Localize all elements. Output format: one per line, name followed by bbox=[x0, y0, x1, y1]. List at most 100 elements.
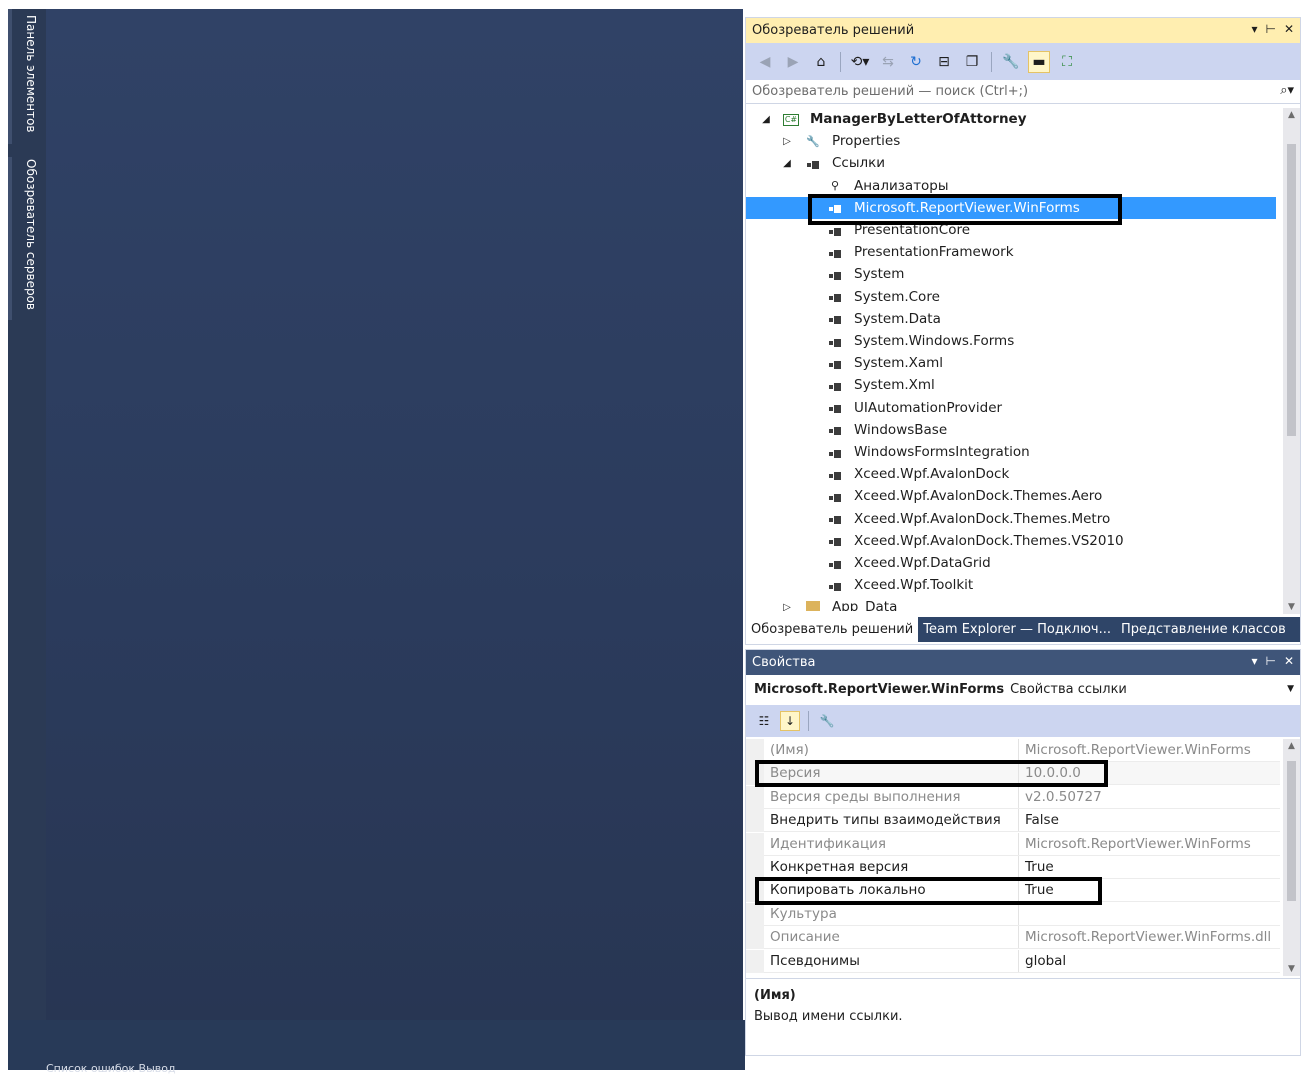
dropdown-icon[interactable]: ▾ bbox=[1251, 22, 1257, 36]
server-explorer-tab[interactable]: Обозреватель серверов bbox=[18, 159, 38, 310]
tree-item[interactable]: UIAutomationProvider bbox=[746, 397, 1276, 419]
row-gutter bbox=[746, 832, 764, 856]
back-icon[interactable]: ◀ bbox=[754, 51, 776, 73]
history-icon[interactable]: ⟲▾ bbox=[849, 51, 871, 73]
grid-scrollbar[interactable]: ▲ ▼ bbox=[1283, 739, 1300, 976]
tree-item[interactable]: ▷ 🔧 Properties bbox=[746, 130, 1276, 152]
pin-icon[interactable]: ⊢ bbox=[1265, 654, 1275, 668]
tree-item[interactable]: System.Data bbox=[746, 308, 1276, 330]
divider bbox=[746, 978, 1300, 979]
wrench-icon: 🔧 bbox=[806, 134, 820, 148]
tab-class-view[interactable]: Представление классов bbox=[1116, 617, 1291, 642]
tree-item[interactable]: System.Core bbox=[746, 286, 1276, 308]
pin-icon[interactable]: ⊢ bbox=[1265, 22, 1275, 36]
reference-icon bbox=[826, 557, 844, 570]
collapse-icon[interactable]: ◢ bbox=[781, 158, 793, 169]
show-all-icon[interactable]: ▬ bbox=[1028, 50, 1050, 73]
scroll-up-icon[interactable]: ▲ bbox=[1283, 741, 1300, 751]
tab-solution-explorer[interactable]: Обозреватель решений bbox=[746, 617, 919, 642]
tree-item[interactable]: WindowsFormsIntegration bbox=[746, 441, 1276, 463]
tree-item[interactable]: Microsoft.ReportViewer.WinForms bbox=[746, 196, 1276, 219]
tree-item[interactable]: ⚲ Анализаторы bbox=[746, 175, 1276, 197]
copy-icon[interactable]: ❐ bbox=[961, 51, 983, 73]
panel-title: Свойства bbox=[752, 655, 816, 670]
property-row[interactable]: Версия среды выполнения v2.0.50727 bbox=[746, 785, 1280, 809]
row-gutter bbox=[746, 949, 764, 973]
search-placeholder: Обозреватель решений — поиск (Ctrl+;) bbox=[752, 84, 1029, 99]
tab-team-explorer[interactable]: Team Explorer — Подключ... bbox=[918, 617, 1116, 642]
property-value[interactable]: True bbox=[1025, 882, 1054, 898]
tree-item[interactable]: System.Xaml bbox=[746, 352, 1276, 374]
property-name: Псевдонимы bbox=[770, 952, 860, 969]
tree-scrollbar[interactable]: ▲ ▼ bbox=[1283, 108, 1300, 614]
tree-item[interactable]: ◢ C# ManagerByLetterOfAttorney bbox=[746, 108, 1276, 130]
scroll-thumb[interactable] bbox=[1287, 761, 1296, 901]
property-row[interactable]: Конкретная версия True bbox=[746, 856, 1280, 879]
property-name: Копировать локально bbox=[770, 882, 926, 899]
collapse-icon[interactable]: ⊟ bbox=[933, 51, 955, 73]
dropdown-icon[interactable]: ▾ bbox=[1251, 654, 1257, 668]
chevron-down-icon[interactable]: ▼ bbox=[1287, 684, 1294, 694]
object-selector[interactable]: Microsoft.ReportViewer.WinForms Свойства… bbox=[746, 676, 1300, 703]
search-icon[interactable]: ⌕▾ bbox=[1280, 83, 1294, 98]
refresh-icon[interactable]: ↻ bbox=[905, 51, 927, 73]
tree-item[interactable]: Xceed.Wpf.AvalonDock.Themes.Aero bbox=[746, 485, 1276, 507]
column-divider bbox=[1018, 949, 1019, 973]
tree-item[interactable]: System.Xml bbox=[746, 374, 1276, 396]
tree-item-label: PresentationCore bbox=[854, 222, 971, 238]
tab-indicator bbox=[8, 157, 12, 320]
scroll-thumb[interactable] bbox=[1287, 144, 1296, 436]
tree-item-label: Xceed.Wpf.AvalonDock.Themes.Metro bbox=[854, 510, 1111, 527]
property-name: Культура bbox=[770, 905, 837, 922]
class-diagram-icon[interactable]: ⛶ bbox=[1056, 51, 1078, 73]
alphabetical-icon[interactable]: ↓ bbox=[780, 711, 800, 731]
tree-item[interactable]: WindowsBase bbox=[746, 419, 1276, 441]
tree-item[interactable]: System bbox=[746, 263, 1276, 285]
categorized-icon[interactable]: ☷ bbox=[754, 711, 774, 731]
property-value[interactable]: True bbox=[1025, 859, 1054, 875]
tree-item[interactable]: ◢ Ссылки bbox=[746, 152, 1276, 174]
tree-item-label: Properties bbox=[832, 133, 901, 150]
collapse-icon[interactable]: ◢ bbox=[760, 114, 772, 125]
property-value[interactable]: False bbox=[1025, 812, 1059, 828]
property-row[interactable]: Версия 10.0.0.0 bbox=[746, 762, 1280, 786]
forward-icon[interactable]: ▶ bbox=[782, 51, 804, 73]
close-icon[interactable]: ✕ bbox=[1284, 654, 1294, 668]
reference-icon bbox=[826, 534, 844, 547]
property-row[interactable]: Культура bbox=[746, 902, 1280, 926]
tree-item[interactable]: PresentationCore bbox=[746, 219, 1276, 241]
tree-item[interactable]: Xceed.Wpf.Toolkit bbox=[746, 574, 1276, 596]
property-row[interactable]: Идентификация Microsoft.ReportViewer.WinF… bbox=[746, 832, 1280, 856]
tree-item[interactable]: PresentationFramework bbox=[746, 241, 1276, 263]
expand-icon[interactable]: ▷ bbox=[781, 136, 793, 147]
property-pages-icon[interactable]: 🔧 bbox=[817, 711, 837, 731]
toolbox-tab[interactable]: Панель элементов bbox=[18, 15, 38, 133]
tree-item[interactable]: Xceed.Wpf.AvalonDock.Themes.Metro bbox=[746, 508, 1276, 530]
toolbar-separator bbox=[840, 51, 841, 72]
tree-item[interactable]: ▷ App_Data bbox=[746, 596, 1276, 611]
solution-tree: ◢ C# ManagerByLetterOfAttorney ▷ 🔧 Properties… bbox=[746, 108, 1276, 611]
scroll-down-icon[interactable]: ▼ bbox=[1283, 964, 1300, 974]
property-row[interactable]: Внедрить типы взаимодействия False bbox=[746, 809, 1280, 833]
tree-item[interactable]: Xceed.Wpf.DataGrid bbox=[746, 552, 1276, 574]
scroll-down-icon[interactable]: ▼ bbox=[1283, 602, 1300, 612]
solution-search-box[interactable]: Обозреватель решений — поиск (Ctrl+;) ⌕▾ bbox=[746, 80, 1300, 104]
tree-item[interactable]: Xceed.Wpf.AvalonDock.Themes.VS2010 bbox=[746, 530, 1276, 552]
sync-icon[interactable]: ⇆ bbox=[877, 51, 899, 73]
property-row[interactable]: Описание Microsoft.ReportViewer.WinForms.… bbox=[746, 926, 1280, 950]
tree-item[interactable]: Xceed.Wpf.AvalonDock bbox=[746, 463, 1276, 485]
property-value[interactable]: global bbox=[1025, 953, 1066, 969]
property-row[interactable]: Копировать локально True bbox=[746, 879, 1280, 903]
home-icon[interactable]: ⌂ bbox=[810, 51, 832, 73]
close-icon[interactable]: ✕ bbox=[1284, 22, 1294, 36]
scroll-up-icon[interactable]: ▲ bbox=[1283, 110, 1300, 120]
expand-icon[interactable]: ▷ bbox=[781, 602, 793, 611]
tree-item-label: UIAutomationProvider bbox=[854, 399, 1003, 416]
property-row[interactable]: Псевдонимы global bbox=[746, 949, 1280, 973]
tree-item-label: System.Windows.Forms bbox=[854, 333, 1015, 349]
tree-item[interactable]: System.Windows.Forms bbox=[746, 330, 1276, 352]
properties-icon[interactable]: 🔧 bbox=[1000, 51, 1022, 73]
toolbar-separator bbox=[808, 711, 809, 731]
bottom-tabs-text[interactable]: Список ошибок Вывод bbox=[46, 1062, 176, 1075]
property-row[interactable]: (Имя) Microsoft.ReportViewer.WinForms bbox=[746, 739, 1280, 762]
